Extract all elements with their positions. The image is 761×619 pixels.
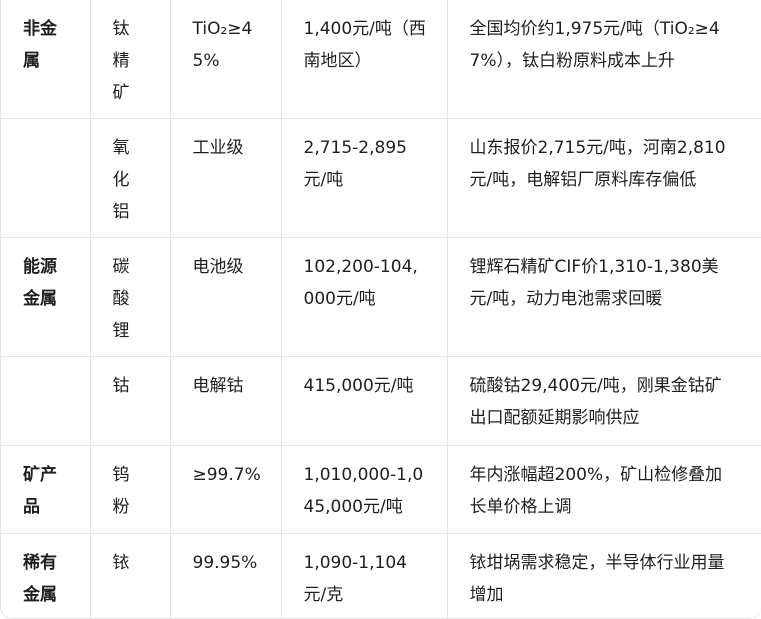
- note-cell: 全国均价约1,975元/吨（TiO₂≥47%），钛白粉原料成本上升: [447, 0, 761, 119]
- category-cell: 能源金属: [1, 237, 91, 357]
- price-cell: 1,010,000-1,045,000元/吨: [281, 445, 448, 534]
- spec-cell: 工业级: [170, 118, 282, 238]
- table-row: 稀有金属 铱 99.95% 1,090-1,104元/克 铱坩埚需求稳定，半导体…: [1, 533, 761, 618]
- note-cell: 锂辉石精矿CIF价1,310-1,380美元/吨，动力电池需求回暖: [447, 237, 761, 357]
- product-cell: 钨粉: [90, 445, 171, 534]
- table-row: 钴 电解钴 415,000元/吨 硫酸钴29,400元/吨，刚果金钴矿出口配额延…: [1, 356, 761, 446]
- spec-cell: 电池级: [170, 237, 282, 357]
- table-row: 能源金属 碳酸锂 电池级 102,200-104,000元/吨 锂辉石精矿CIF…: [1, 237, 761, 357]
- note-cell: 硫酸钴29,400元/吨，刚果金钴矿出口配额延期影响供应: [447, 356, 761, 446]
- price-table: 非金属 钛精矿 TiO₂≥45% 1,400元/吨（西南地区） 全国均价约1,9…: [1, 0, 761, 618]
- product-cell: 铱: [90, 533, 171, 618]
- price-cell: 102,200-104,000元/吨: [281, 237, 448, 357]
- spec-cell: TiO₂≥45%: [170, 0, 282, 119]
- note-cell: 铱坩埚需求稳定，半导体行业用量增加: [469, 552, 725, 605]
- category-cell: [1, 118, 91, 238]
- spec-cell: ≥99.7%: [170, 445, 282, 534]
- price-table-container: 非金属 钛精矿 TiO₂≥45% 1,400元/吨（西南地区） 全国均价约1,9…: [0, 0, 761, 619]
- table-row: 非金属 钛精矿 TiO₂≥45% 1,400元/吨（西南地区） 全国均价约1,9…: [1, 0, 761, 119]
- note-cell: 年内涨幅超200%，矿山检修叠加长单价格上调: [447, 445, 761, 534]
- product-cell: 碳酸锂: [90, 237, 171, 357]
- price-cell: 2,715-2,895元/吨: [281, 118, 448, 238]
- category-cell: 非金属: [1, 0, 91, 119]
- category-cell: 稀有金属: [1, 533, 91, 618]
- price-cell: 1,090-1,104元/克: [281, 533, 448, 618]
- product-cell: 钴: [90, 356, 171, 446]
- price-cell: 1,400元/吨（西南地区）: [281, 0, 448, 119]
- spec-cell: 电解钴: [170, 356, 282, 446]
- product-cell: 氧化铝: [90, 118, 171, 238]
- price-cell: 415,000元/吨: [281, 356, 448, 446]
- table-row: 矿产品 钨粉 ≥99.7% 1,010,000-1,045,000元/吨 年内涨…: [1, 445, 761, 534]
- note-cell: 山东报价2,715元/吨，河南2,810元/吨，电解铝厂原料库存偏低: [447, 118, 761, 238]
- spec-cell: 99.95%: [170, 533, 282, 618]
- category-cell: [1, 356, 91, 446]
- category-cell: 矿产品: [1, 445, 91, 534]
- product-cell: 钛精矿: [90, 0, 171, 119]
- table-row: 氧化铝 工业级 2,715-2,895元/吨 山东报价2,715元/吨，河南2,…: [1, 118, 761, 238]
